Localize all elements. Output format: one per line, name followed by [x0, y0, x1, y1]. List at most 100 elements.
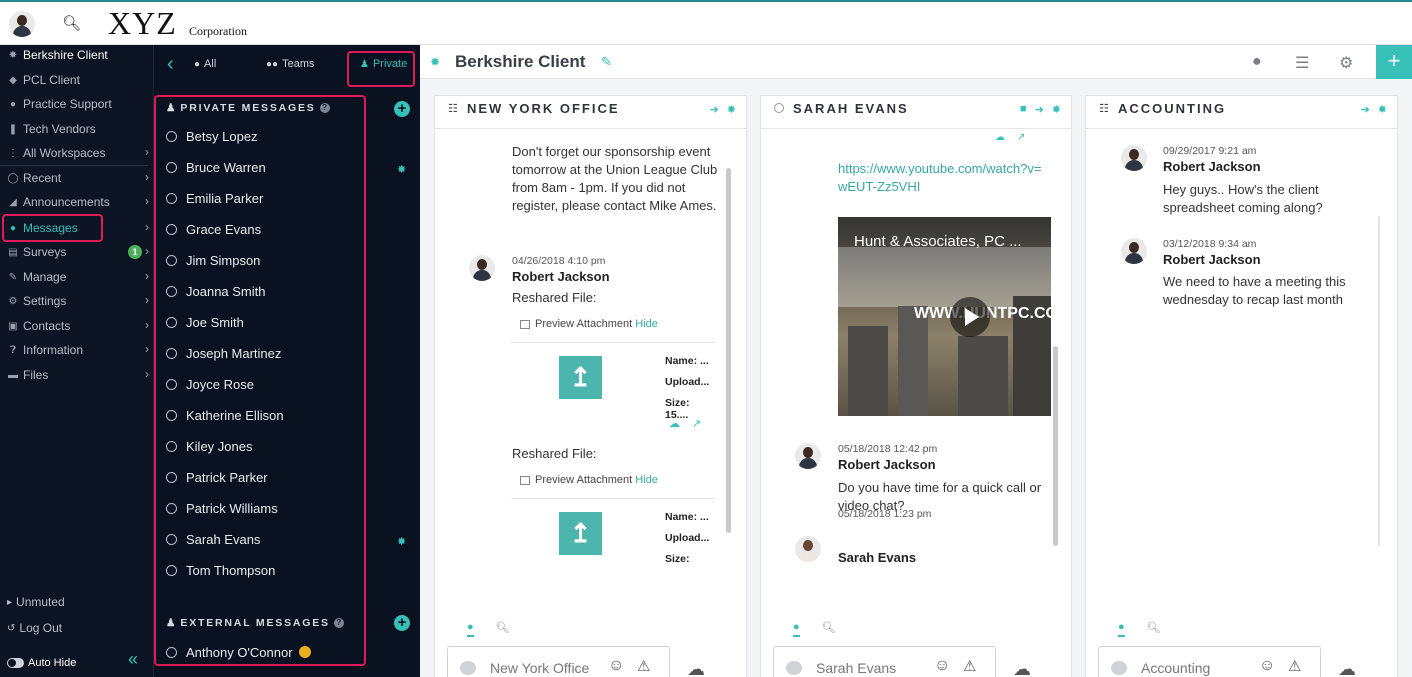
share-icon[interactable]: ↗ [1017, 132, 1025, 143]
tab-teams[interactable]: ●● Teams [266, 58, 315, 70]
cloud-upload-icon[interactable]: ☁ [687, 659, 705, 677]
messages-highlight [2, 214, 103, 242]
help-icon[interactable]: ? [333, 618, 344, 628]
bug-icon[interactable]: ✸ [727, 103, 736, 116]
bug-icon[interactable]: ✸ [1052, 103, 1061, 116]
message-timestamp: 03/12/2018 9:34 am [1163, 238, 1257, 250]
chat-tab-icon[interactable]: ● [467, 621, 474, 637]
scrollbar[interactable] [1053, 346, 1058, 546]
cloud-upload-icon[interactable]: ☁ [1338, 659, 1356, 677]
file-card[interactable]: ↥ Name: ... Upload... Size: 15.... ☁ ↗ [511, 342, 715, 438]
arrow-right-icon[interactable]: ➜ [1035, 103, 1044, 116]
hide-link[interactable]: Hide [635, 474, 658, 486]
columns-icon[interactable]: ☰ [1295, 53, 1309, 73]
surveys-count-badge: 1 [128, 245, 142, 259]
status-circle-icon [166, 316, 177, 328]
collapse-double-chevron-icon[interactable]: « [128, 649, 138, 670]
arrow-right-icon[interactable]: ➜ [1361, 103, 1370, 116]
emoji-icon[interactable]: ☺ [934, 657, 950, 675]
contact-item[interactable]: Joyce Rose [166, 374, 366, 394]
sidebar-item-information[interactable]: ❓︎ Information › [0, 339, 153, 361]
chat-tab-icon[interactable]: ● [1118, 621, 1125, 637]
sidebar-item-files[interactable]: ▬ Files › [0, 364, 153, 386]
back-chevron-icon[interactable]: ‹ [167, 53, 174, 76]
sidebar-item-surveys[interactable]: ▤ Surveys 1 › [0, 241, 153, 263]
column-header: ☷ NEW YORK OFFICE ➜ ✸ [435, 96, 746, 129]
play-icon[interactable] [950, 297, 990, 337]
unmuted-toggle[interactable]: ▸ Unmuted [0, 595, 65, 609]
new-chat-icon[interactable]: ● [1252, 53, 1262, 71]
video-thumbnail[interactable]: Hunt & Associates, PC ... WWW.HUNTPC.CO [838, 217, 1051, 416]
contact-item[interactable]: Betsy Lopez [166, 126, 366, 146]
contact-item[interactable]: Joe Smith [166, 312, 366, 332]
contact-item[interactable]: Joanna Smith [166, 281, 366, 301]
edit-pencil-icon[interactable]: ✎ [601, 54, 612, 70]
sidebar-item-contacts[interactable]: ▣ Contacts › [0, 315, 153, 337]
warning-icon[interactable]: ⚠ [963, 657, 976, 675]
bug-icon[interactable]: ✸ [1378, 103, 1387, 116]
warning-icon[interactable]: ⚠ [1288, 657, 1301, 675]
search-icon[interactable]: 🔍︎ [496, 621, 510, 637]
bug-icon: ✸ [8, 49, 18, 61]
add-private-message-button[interactable]: + [394, 101, 410, 117]
status-circle-icon [166, 130, 177, 142]
contact-item[interactable]: Tom Thompson [166, 560, 366, 580]
tab-all[interactable]: ● All [194, 58, 216, 70]
contact-item[interactable]: Patrick Williams [166, 498, 366, 518]
cloud-download-icon[interactable]: ☁ [669, 417, 680, 430]
contact-item[interactable]: Katherine Ellison [166, 405, 366, 425]
contact-item[interactable]: Sarah Evans [166, 529, 366, 549]
file-card[interactable]: ↥ Name: ... Upload... Size: 15.... [511, 498, 715, 564]
message-author: Robert Jackson [838, 457, 936, 472]
sidebar-item-berkshire-client[interactable]: ✸ Berkshire Client [0, 44, 153, 66]
hide-link[interactable]: Hide [635, 318, 658, 330]
contact-item[interactable]: Kiley Jones [166, 436, 366, 456]
user-avatar[interactable] [9, 11, 35, 37]
contact-item[interactable]: Grace Evans [166, 219, 366, 239]
emoji-icon[interactable]: ☺ [1259, 657, 1275, 675]
external-contact-item[interactable]: Anthony O'Connor [166, 642, 366, 662]
emoji-icon[interactable]: ☺ [608, 657, 624, 675]
arrow-right-icon[interactable]: ➜ [710, 103, 719, 116]
sidebar-item-announcements[interactable]: ◢ Announcements › [0, 191, 153, 213]
warning-icon[interactable]: ⚠ [637, 657, 650, 675]
chat-tab-icon[interactable]: ● [793, 621, 800, 637]
video-camera-icon[interactable]: ■ [1020, 103, 1027, 116]
share-icon[interactable]: ↗ [692, 417, 701, 430]
add-external-message-button[interactable]: + [394, 615, 410, 631]
search-icon[interactable]: 🔍︎ [1147, 621, 1161, 637]
contact-item[interactable]: Joseph Martinez [166, 343, 366, 363]
search-icon[interactable]: 🔍︎ [822, 621, 836, 637]
sidebar-item-practice-support[interactable]: ● Practice Support [0, 93, 153, 115]
sidebar-item-pcl-client[interactable]: ◆ PCL Client [0, 69, 153, 91]
preview-attachment-row[interactable]: Preview Attachment Hide [520, 474, 658, 486]
contact-item[interactable]: Jim Simpson [166, 250, 366, 270]
sidebar-item-settings[interactable]: ⚙ Settings › [0, 290, 153, 312]
message-input[interactable] [816, 659, 936, 677]
message-input[interactable] [1141, 659, 1261, 677]
contact-item[interactable]: Emilia Parker [166, 188, 366, 208]
sidebar-item-tech-vendors[interactable]: ❚ Tech Vendors [0, 118, 153, 140]
contact-item[interactable]: Bruce Warren [166, 157, 366, 177]
sidebar-item-all-workspaces[interactable]: ⋮ All Workspaces › [0, 142, 153, 164]
preview-attachment-row[interactable]: Preview Attachment Hide [520, 318, 658, 330]
scrollbar[interactable] [726, 168, 731, 533]
help-icon[interactable]: ? [319, 103, 330, 113]
cloud-upload-icon[interactable]: ☁ [1013, 659, 1031, 677]
cloud-download-icon[interactable]: ☁ [995, 132, 1005, 143]
file-name: Name: ... [665, 511, 709, 523]
message-text: Hey guys.. How's the client spreadsheet … [1163, 182, 1323, 215]
message-input[interactable] [490, 659, 610, 677]
logout-button[interactable]: ↺ Log Out [0, 621, 62, 635]
search-icon[interactable]: 🔍︎ [62, 14, 81, 32]
auto-hide-toggle[interactable]: Auto Hide [0, 657, 76, 669]
sidebar-item-manage[interactable]: ✎ Manage › [0, 266, 153, 288]
contact-item[interactable]: Patrick Parker [166, 467, 366, 487]
add-column-button[interactable]: + [1376, 45, 1412, 79]
toggle-switch[interactable] [7, 658, 24, 668]
sidebar-item-recent[interactable]: ◯ Recent › [0, 167, 153, 189]
youtube-link[interactable]: https://www.youtube.com/watch?v=wEUT-Zz5… [838, 160, 1050, 196]
gear-icon[interactable]: ⚙ [1339, 53, 1353, 73]
scrollbar[interactable] [1378, 216, 1380, 546]
avatar [795, 536, 821, 562]
